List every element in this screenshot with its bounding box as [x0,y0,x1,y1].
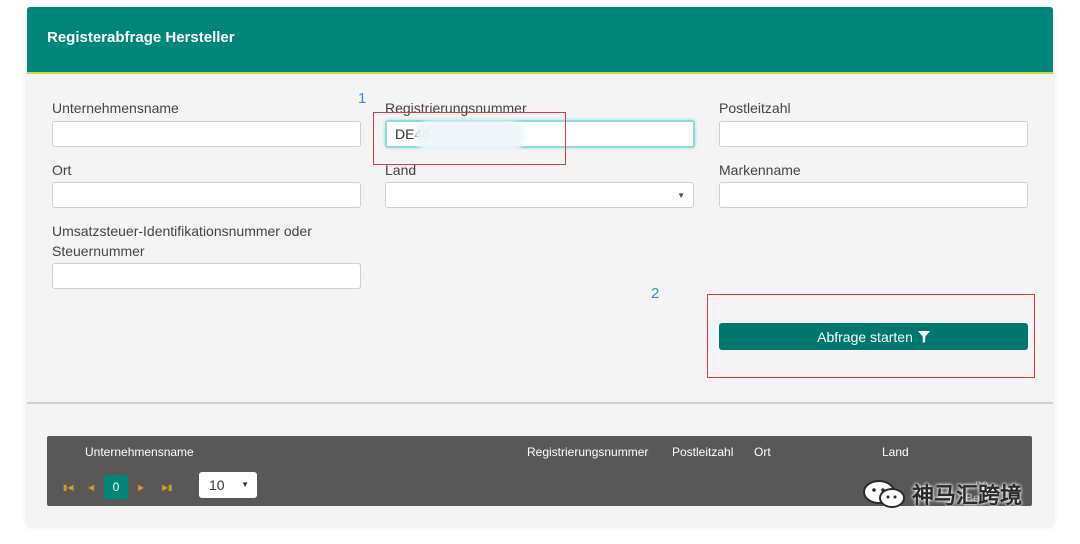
company-name-input[interactable] [52,121,361,147]
wechat-watermark: 神马汇跨境 [862,478,1022,510]
postcode-input[interactable] [719,121,1028,147]
start-query-label: Abfrage starten [817,328,913,345]
vat-number-input[interactable] [52,263,361,289]
first-page-icon[interactable]: ▮◀ [63,483,74,492]
company-name-label: Unternehmensname [52,100,179,116]
page-size-select[interactable]: 10 ▼ [199,472,257,498]
postcode-label: Postleitzahl [719,100,791,116]
country-select[interactable]: ▼ [385,182,694,208]
next-page-icon[interactable]: ▶ [138,483,144,492]
brand-name-label: Markenname [719,162,801,178]
previous-page-icon[interactable]: ◀ [88,483,94,492]
city-input[interactable] [52,182,361,208]
brand-name-input[interactable] [719,182,1028,208]
column-header-registration[interactable]: Registrierungsnummer [527,445,648,459]
annotation-marker-2: 2 [651,285,660,302]
filter-icon [917,330,930,343]
chevron-down-icon: ▼ [241,480,249,489]
annotation-marker-1: 1 [358,90,367,107]
column-header-country[interactable]: Land [882,445,909,459]
annotation-box-1 [373,112,566,165]
register-query-card: Registerabfrage Hersteller Unternehmensn… [27,7,1053,526]
vat-number-label: Umsatzsteuer-Identifikationsnummer oder … [52,223,312,259]
start-query-button[interactable]: Abfrage starten [719,323,1028,350]
watermark-text: 神马汇跨境 [912,483,1023,508]
page-size-value: 10 [209,477,225,493]
current-page-button[interactable]: 0 [104,475,128,499]
section-divider [27,402,1053,404]
page-title: Registerabfrage Hersteller [47,29,235,46]
column-header-city[interactable]: Ort [754,445,771,459]
column-header-company[interactable]: Unternehmensname [85,445,194,459]
column-header-postcode[interactable]: Postleitzahl [672,445,733,459]
city-label: Ort [52,162,72,178]
wechat-icon [863,480,905,508]
card-header: Registerabfrage Hersteller [27,7,1053,74]
last-page-icon[interactable]: ▶▮ [162,483,173,492]
chevron-down-icon: ▼ [677,191,685,200]
